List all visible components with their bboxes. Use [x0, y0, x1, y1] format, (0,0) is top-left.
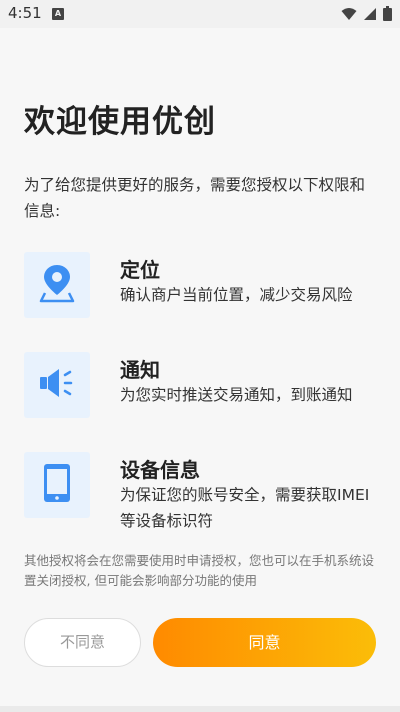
phone-device-icon — [43, 463, 71, 507]
permission-icon-box — [24, 352, 90, 418]
signal-icon — [363, 6, 377, 25]
permission-desc: 为您实时推送交易通知，到账通知 — [120, 386, 353, 404]
agree-button[interactable]: 同意 — [153, 618, 376, 667]
permission-title: 设备信息 — [120, 458, 200, 482]
permission-location: 定位 确认商户当前位置，减少交易风险 — [24, 252, 384, 332]
a-app-icon: A — [52, 8, 64, 20]
location-pin-icon — [39, 263, 75, 307]
wifi-icon — [341, 6, 357, 25]
permission-desc: 为保证您的账号安全，需要获取IMEI等设备标识符 — [120, 486, 370, 530]
permission-icon-box — [24, 252, 90, 318]
speaker-icon — [37, 366, 77, 404]
permission-desc: 确认商户当前位置，减少交易风险 — [120, 286, 353, 304]
decline-button[interactable]: 不同意 — [24, 618, 141, 667]
status-bar: 4:51 A — [0, 0, 400, 28]
permission-notification: 通知 为您实时推送交易通知，到账通知 — [24, 352, 384, 432]
page-title: 欢迎使用优创 — [24, 104, 216, 140]
navigation-bar — [0, 706, 400, 712]
status-time: 4:51 — [8, 4, 42, 22]
status-icons — [341, 6, 392, 25]
battery-icon — [383, 6, 392, 25]
permission-device-info: 设备信息 为保证您的账号安全，需要获取IMEI等设备标识符 — [24, 452, 384, 532]
permission-icon-box — [24, 452, 90, 518]
intro-text: 为了给您提供更好的服务，需要您授权以下权限和信息: — [24, 176, 366, 220]
footnote-text: 其他授权将会在您需要使用时申请授权，您也可以在手机系统设置关闭授权, 但可能会影… — [24, 553, 375, 588]
permission-title: 通知 — [120, 358, 160, 382]
permission-title: 定位 — [120, 258, 160, 282]
